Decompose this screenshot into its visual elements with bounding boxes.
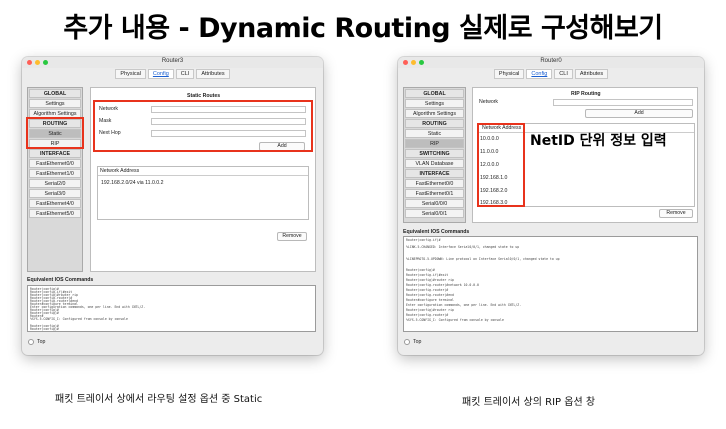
tab-bar: Physical Config CLI Attributes	[398, 69, 704, 79]
nav-fastethernet0-0[interactable]: FastEthernet0/0	[29, 159, 81, 168]
tab-bar: Physical Config CLI Attributes	[22, 69, 323, 79]
static-routes-panel: Static Routes Network Mask Next Hop Add …	[90, 87, 316, 272]
console-line: Router(config-if)#	[406, 238, 441, 242]
top-label: Top	[37, 339, 46, 345]
nav-rip[interactable]: RIP	[405, 139, 464, 148]
router3-window: Router3 Physical Config CLI Attributes G…	[22, 57, 323, 355]
network-address-list: Network Address 192.168.2.0/24 via 11.0.…	[97, 166, 309, 220]
top-checkbox[interactable]	[404, 339, 410, 345]
nav-interface: INTERFACE	[405, 169, 464, 178]
nav-global: GLOBAL	[405, 89, 464, 98]
nav-fastethernet5-0[interactable]: FastEthernet5/0	[29, 209, 81, 218]
network-label: Network	[479, 99, 499, 105]
config-sidebar: GLOBAL Settings Algorithm Settings ROUTI…	[403, 87, 466, 223]
console-line: %SYS-5-CONFIG_I: Configured from console…	[406, 318, 504, 322]
panel-title: Static Routes	[187, 93, 221, 99]
nav-fastethernet4-0[interactable]: FastEthernet4/0	[29, 199, 81, 208]
routing-nav-highlight	[26, 117, 84, 149]
add-button[interactable]: Add	[585, 109, 693, 118]
tab-config[interactable]: Config	[526, 69, 553, 79]
nav-settings[interactable]: Settings	[405, 99, 464, 108]
tab-attributes[interactable]: Attributes	[196, 69, 230, 79]
tab-physical[interactable]: Physical	[493, 69, 525, 79]
nav-serial0-0-1[interactable]: Serial0/0/1	[405, 209, 464, 218]
slide-title: 추가 내용 - Dynamic Routing 실제로 구성해보기	[63, 13, 663, 44]
nav-interface: INTERFACE	[29, 149, 81, 158]
tab-cli[interactable]: CLI	[554, 69, 573, 79]
network-address-header: Network Address	[100, 168, 140, 174]
router0-window: Router0 Physical Config CLI Attributes G…	[398, 57, 704, 355]
nav-vlan-database[interactable]: VLAN Database	[405, 159, 464, 168]
tab-attributes[interactable]: Attributes	[574, 69, 609, 79]
caption-left: 패킷 트레이서 상에서 라우팅 설정 옵션 중 Static	[55, 394, 263, 405]
title-bar: Router0	[398, 57, 704, 68]
nav-serial2-0[interactable]: Serial2/0	[29, 179, 81, 188]
console-line: Router(config)#	[30, 327, 59, 331]
nav-algorithm-settings[interactable]: Algorithm Settings	[405, 109, 464, 118]
caption-right: 패킷 트레이서 상의 RIP 옵션 창	[462, 397, 596, 408]
nav-global: GLOBAL	[29, 89, 81, 98]
nav-fastethernet1-0[interactable]: FastEthernet1/0	[29, 169, 81, 178]
tab-cli[interactable]: CLI	[175, 69, 195, 79]
ios-commands-label: Equivalent IOS Commands	[403, 229, 470, 235]
console-line: Router(config-router)#	[406, 288, 449, 292]
nav-serial3-0[interactable]: Serial3/0	[29, 189, 81, 198]
top-checkbox[interactable]	[28, 339, 34, 345]
ios-commands-label: Equivalent IOS Commands	[27, 277, 94, 283]
network-input[interactable]	[553, 99, 693, 106]
window-title: Router0	[540, 58, 562, 64]
top-label: Top	[413, 339, 422, 345]
tab-physical[interactable]: Physical	[115, 69, 146, 79]
nav-fastethernet0-0[interactable]: FastEthernet0/0	[405, 179, 464, 188]
console-line: Router(config-router)#	[406, 313, 449, 317]
console-line: Router(config-if)#exit	[406, 273, 449, 277]
console-line: %LINEPROTO-5-UPDOWN: Line protocol on In…	[406, 257, 560, 261]
panel-title: RIP Routing	[571, 91, 601, 97]
window-title: Router3	[161, 58, 184, 64]
console-line: Router(config-router)#network 10.0.0.0	[406, 283, 479, 287]
console-line: %SYS-5-CONFIG_I: Configured from console…	[30, 317, 128, 321]
console-line: Router(config)#	[406, 268, 435, 272]
rip-routing-panel: RIP Routing Network Add Network Address …	[472, 87, 698, 223]
ios-console[interactable]: Router(config)# Router(config-if)#exit R…	[27, 285, 316, 332]
console-line: Router(config-router)#end	[406, 293, 454, 297]
nav-settings[interactable]: Settings	[29, 99, 81, 108]
static-fields-highlight	[93, 100, 313, 152]
console-line: Router#configure terminal	[406, 298, 454, 302]
ios-console[interactable]: Router(config-if)# %LINK-5-CHANGED: Inte…	[403, 236, 698, 332]
tab-config[interactable]: Config	[147, 69, 174, 79]
nav-switching: SWITCHING	[405, 149, 464, 158]
nav-static[interactable]: Static	[405, 129, 464, 138]
console-line: Enter configuration commands, one per li…	[406, 303, 522, 307]
title-bar: Router3	[22, 57, 323, 68]
config-sidebar: GLOBAL Settings Algorithm Settings ROUTI…	[27, 87, 83, 272]
console-line: Router(config)#router rip	[406, 308, 454, 312]
console-line: %LINK-5-CHANGED: Interface Serial0/0/1, …	[406, 245, 520, 249]
nav-routing: ROUTING	[405, 119, 464, 128]
network-list-highlight	[477, 123, 525, 207]
console-line: Router(config)#router rip	[406, 278, 454, 282]
remove-button[interactable]: Remove	[659, 209, 693, 218]
nav-fastethernet0-1[interactable]: FastEthernet0/1	[405, 189, 464, 198]
nav-serial0-0-0[interactable]: Serial0/0/0	[405, 199, 464, 208]
route-entry[interactable]: 192.168.2.0/24 via 11.0.0.2	[101, 180, 164, 186]
netid-annotation: NetID 단위 정보 입력	[530, 133, 667, 149]
remove-button[interactable]: Remove	[277, 232, 307, 241]
